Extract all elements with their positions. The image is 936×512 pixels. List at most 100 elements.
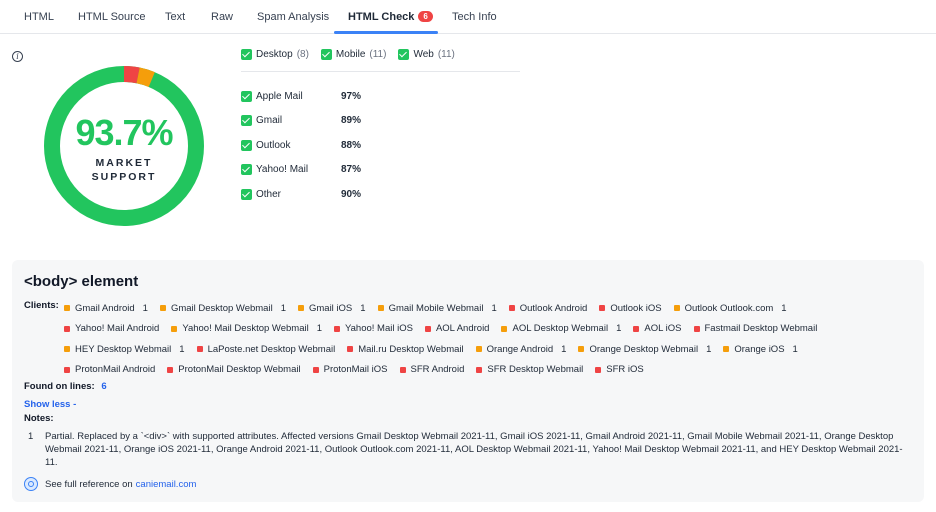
client-chip[interactable]: Outlook Android — [508, 302, 588, 314]
other-checkbox[interactable] — [241, 188, 252, 200]
client-chip-name: Yahoo! Mail Desktop Webmail — [182, 323, 309, 335]
unsupported-dot — [64, 366, 70, 373]
clients-label: Clients: — [24, 300, 59, 311]
client-chip[interactable]: AOL Android — [424, 323, 489, 334]
filter-desktop-count: (8) — [296, 49, 309, 60]
client-chip[interactable]: Fastmail Desktop Webmail — [693, 323, 818, 335]
show-less-link[interactable]: Show less - — [24, 399, 76, 410]
client-chip-name: Fastmail Desktop Webmail — [704, 323, 818, 335]
unsupported-dot — [599, 305, 606, 312]
client-chip[interactable]: Gmail Android 1 — [64, 303, 148, 314]
client-chip[interactable]: ProtonMail Desktop Webmail — [167, 364, 301, 376]
tab-text[interactable]: Text — [165, 11, 185, 23]
web-checkbox[interactable] — [398, 49, 410, 60]
client-chip[interactable]: Orange iOS 1 — [723, 343, 798, 355]
found-on-lines-label: Found on lines: — [24, 381, 95, 392]
partial-support-dot — [723, 346, 730, 353]
client-chip-name: Yahoo! Mail iOS — [345, 323, 413, 335]
html-check-count-badge: 6 — [418, 11, 433, 22]
client-chip[interactable]: Gmail iOS 1 — [297, 303, 366, 314]
client-chip[interactable]: Mail.ru Desktop Webmail — [347, 344, 464, 355]
line-number-link[interactable]: 6 — [101, 381, 106, 392]
client-chip[interactable]: Yahoo! Mail iOS — [334, 323, 413, 334]
tab-tech-info[interactable]: Tech Info — [452, 11, 497, 23]
client-chip[interactable]: Gmail Desktop Webmail 1 — [159, 303, 286, 314]
unsupported-dot — [508, 305, 515, 312]
client-row-outlook[interactable]: Outlook 88% — [241, 133, 401, 158]
filter-desktop[interactable]: Desktop (8) — [241, 49, 309, 60]
desktop-checkbox[interactable] — [241, 49, 252, 60]
chip-row: HEY Desktop Webmail 1 LaPoste.net Desktop … — [64, 339, 924, 360]
client-chip[interactable]: Orange Desktop Webmail 1 — [578, 344, 711, 355]
client-chip-name: Outlook Android — [519, 302, 588, 314]
filter-web-count: (11) — [437, 49, 455, 60]
client-chip-name: Orange iOS — [734, 343, 785, 355]
client-chip[interactable]: AOL iOS — [633, 323, 682, 335]
tab-spam-analysis[interactable]: Spam Analysis — [257, 11, 329, 23]
note-reference: 1 — [316, 323, 322, 335]
chip-row: ProtonMail Android ProtonMail Desktop Web… — [64, 360, 924, 381]
apple-mail-checkbox[interactable] — [241, 90, 252, 102]
caniemail-link[interactable]: caniemail.com — [136, 479, 197, 490]
mobile-checkbox[interactable] — [320, 49, 332, 60]
client-percentage: 89% — [341, 115, 362, 127]
gmail-checkbox[interactable] — [241, 115, 252, 127]
yahoo-mail-checkbox[interactable] — [241, 164, 252, 176]
client-row-apple-mail[interactable]: Apple Mail 97% — [241, 84, 401, 109]
partial-support-dot — [159, 305, 166, 312]
client-chip-name: ProtonMail Desktop Webmail — [178, 364, 301, 376]
unsupported-dot — [693, 325, 700, 332]
unsupported-dot — [334, 325, 340, 332]
client-chip[interactable]: ProtonMail Android — [64, 364, 155, 375]
client-chip-name: Orange Android — [486, 343, 554, 355]
client-chip[interactable]: Outlook iOS — [599, 303, 662, 314]
tab-html-source[interactable]: HTML Source — [78, 11, 145, 23]
client-chip-name: AOL iOS — [644, 323, 682, 335]
partial-support-dot — [64, 346, 70, 353]
client-chip[interactable]: SFR Android — [399, 364, 464, 375]
tab-raw[interactable]: Raw — [211, 11, 233, 23]
client-chip[interactable]: HEY Desktop Webmail 1 — [64, 344, 185, 355]
client-chip[interactable]: Orange Android 1 — [475, 343, 566, 355]
note-reference: 1 — [179, 343, 185, 355]
client-percentage: 87% — [341, 164, 362, 176]
tab-html[interactable]: HTML — [24, 11, 54, 23]
client-row-yahoo-mail[interactable]: Yahoo! Mail 87% — [241, 158, 401, 183]
tab-html-check[interactable]: HTML Check 6 — [348, 11, 433, 23]
client-chip[interactable]: Gmail Mobile Webmail 1 — [377, 302, 497, 314]
client-name: Other — [256, 188, 282, 200]
partial-support-dot — [297, 305, 304, 312]
client-support-list: Apple Mail 97% Gmail 89% Outlook 88% Yah… — [241, 84, 401, 207]
client-chip[interactable]: Outlook Outlook.com 1 — [673, 303, 787, 314]
filter-desktop-label: Desktop — [256, 49, 293, 60]
unsupported-dot — [399, 366, 406, 373]
client-chip[interactable]: AOL Desktop Webmail 1 — [501, 323, 621, 334]
unsupported-dot — [476, 366, 483, 373]
client-name: Outlook — [256, 139, 291, 151]
client-chip-name: LaPoste.net Desktop Webmail — [207, 343, 336, 355]
chip-row: Gmail Android 1 Gmail Desktop Webmail 1 Gmai… — [64, 298, 924, 319]
client-chip-name: ProtonMail iOS — [323, 364, 388, 376]
caniemail-icon — [24, 477, 38, 491]
filter-mobile[interactable]: Mobile (11) — [320, 49, 386, 60]
note-reference: 1 — [491, 302, 497, 314]
client-chip[interactable]: Yahoo! Mail Android — [64, 323, 159, 334]
client-chip[interactable]: Yahoo! Mail Desktop Webmail 1 — [171, 323, 322, 334]
client-chip[interactable]: SFR Desktop Webmail — [476, 364, 583, 375]
client-chip[interactable]: SFR iOS — [595, 364, 644, 375]
outlook-checkbox[interactable] — [241, 139, 252, 151]
partial-support-dot — [377, 305, 384, 312]
client-chip-name: Gmail Mobile Webmail — [388, 302, 484, 314]
info-icon[interactable]: i — [12, 51, 23, 62]
note-number: 1 — [28, 431, 34, 442]
filter-web[interactable]: Web (11) — [398, 49, 455, 60]
note-reference: 1 — [792, 343, 798, 355]
unsupported-dot — [595, 366, 602, 373]
partial-support-dot — [501, 325, 508, 332]
partial-support-dot — [64, 305, 70, 312]
client-chip-name: AOL Desktop Webmail — [512, 323, 609, 335]
client-row-gmail[interactable]: Gmail 89% — [241, 109, 401, 134]
client-chip[interactable]: ProtonMail iOS — [312, 364, 388, 376]
client-chip[interactable]: LaPoste.net Desktop Webmail — [196, 343, 336, 355]
client-row-other[interactable]: Other 90% — [241, 182, 401, 207]
